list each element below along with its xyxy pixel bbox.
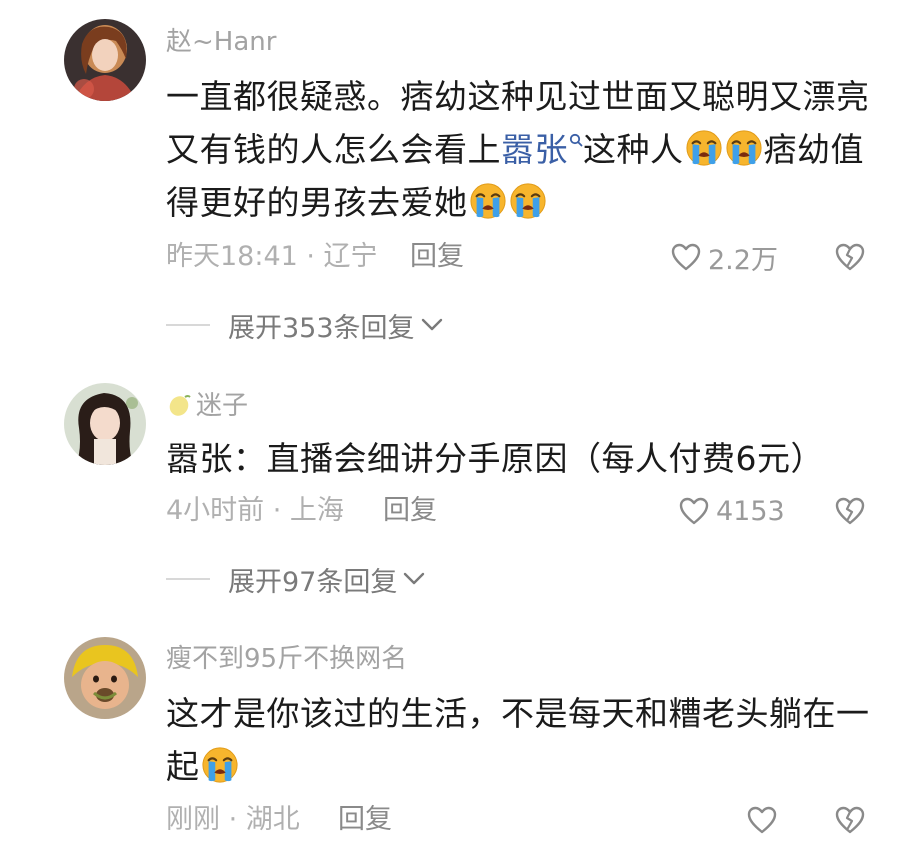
like-button[interactable]	[746, 804, 778, 836]
comment-text: 嚣张：直播会细讲分手原因（每人付费6元）	[166, 439, 824, 478]
loudly-crying-emoji	[509, 182, 547, 220]
avatar[interactable]	[64, 19, 146, 101]
like-count: 4153	[716, 495, 785, 527]
comment-meta: 昨天18:41 · 辽宁	[166, 241, 378, 272]
expand-replies-label[interactable]: 展开353条回复	[228, 306, 415, 345]
divider	[166, 578, 210, 580]
avatar[interactable]	[64, 637, 146, 719]
username[interactable]: 迷子	[166, 390, 248, 422]
loudly-crying-emoji	[685, 129, 723, 167]
broken-heart-icon[interactable]	[834, 241, 866, 273]
username[interactable]: 瘦不到95斤不换网名	[166, 643, 407, 675]
loudly-crying-emoji	[201, 746, 239, 784]
reply-button[interactable]: 回复	[383, 495, 437, 527]
mention-text[interactable]: 嚣张	[501, 130, 568, 169]
loudly-crying-emoji	[725, 129, 763, 167]
heart-outline-icon[interactable]	[678, 495, 710, 527]
mention-link[interactable]: 嚣张	[501, 130, 583, 169]
lemon-badge-icon	[169, 395, 191, 416]
like-count: 2.2万	[708, 244, 778, 276]
expand-replies-label[interactable]: 展开97条回复	[228, 560, 397, 599]
reply-button[interactable]: 回复	[410, 241, 464, 273]
reply-button[interactable]: 回复	[338, 804, 392, 836]
avatar[interactable]	[64, 383, 146, 465]
comment-meta: 4小时前 · 上海	[166, 495, 344, 526]
chevron-down-icon[interactable]	[421, 318, 443, 332]
expand-replies-button[interactable]: 展开353条回复	[166, 306, 443, 345]
username[interactable]: 赵~Hanr	[166, 26, 276, 58]
comment-text-part: 这才是你该过的生活，不是每天和糟老头躺在一起	[166, 694, 870, 786]
broken-heart-icon[interactable]	[834, 804, 866, 836]
heart-outline-icon[interactable]	[670, 241, 702, 273]
username-text[interactable]: 迷子	[196, 391, 248, 421]
comment-text: 这才是你该过的生活，不是每天和糟老头躺在一起	[166, 687, 882, 793]
chevron-down-icon[interactable]	[403, 572, 425, 586]
loudly-crying-emoji	[469, 182, 507, 220]
search-mention-icon[interactable]	[569, 133, 583, 151]
comment-meta: 刚刚 · 湖北	[166, 804, 300, 835]
comment-text-part: 这种人	[583, 130, 684, 169]
expand-replies-button[interactable]: 展开97条回复	[166, 560, 425, 599]
like-button[interactable]: 4153	[678, 495, 785, 527]
comment-text: 一直都很疑惑。痞幼这种见过世面又聪明又漂亮又有钱的人怎么会看上嚣张 这种人 痞幼值得…	[166, 70, 886, 229]
heart-outline-icon[interactable]	[746, 804, 778, 836]
broken-heart-icon[interactable]	[834, 495, 866, 527]
like-button[interactable]: 2.2万	[670, 241, 778, 276]
divider	[166, 324, 210, 326]
